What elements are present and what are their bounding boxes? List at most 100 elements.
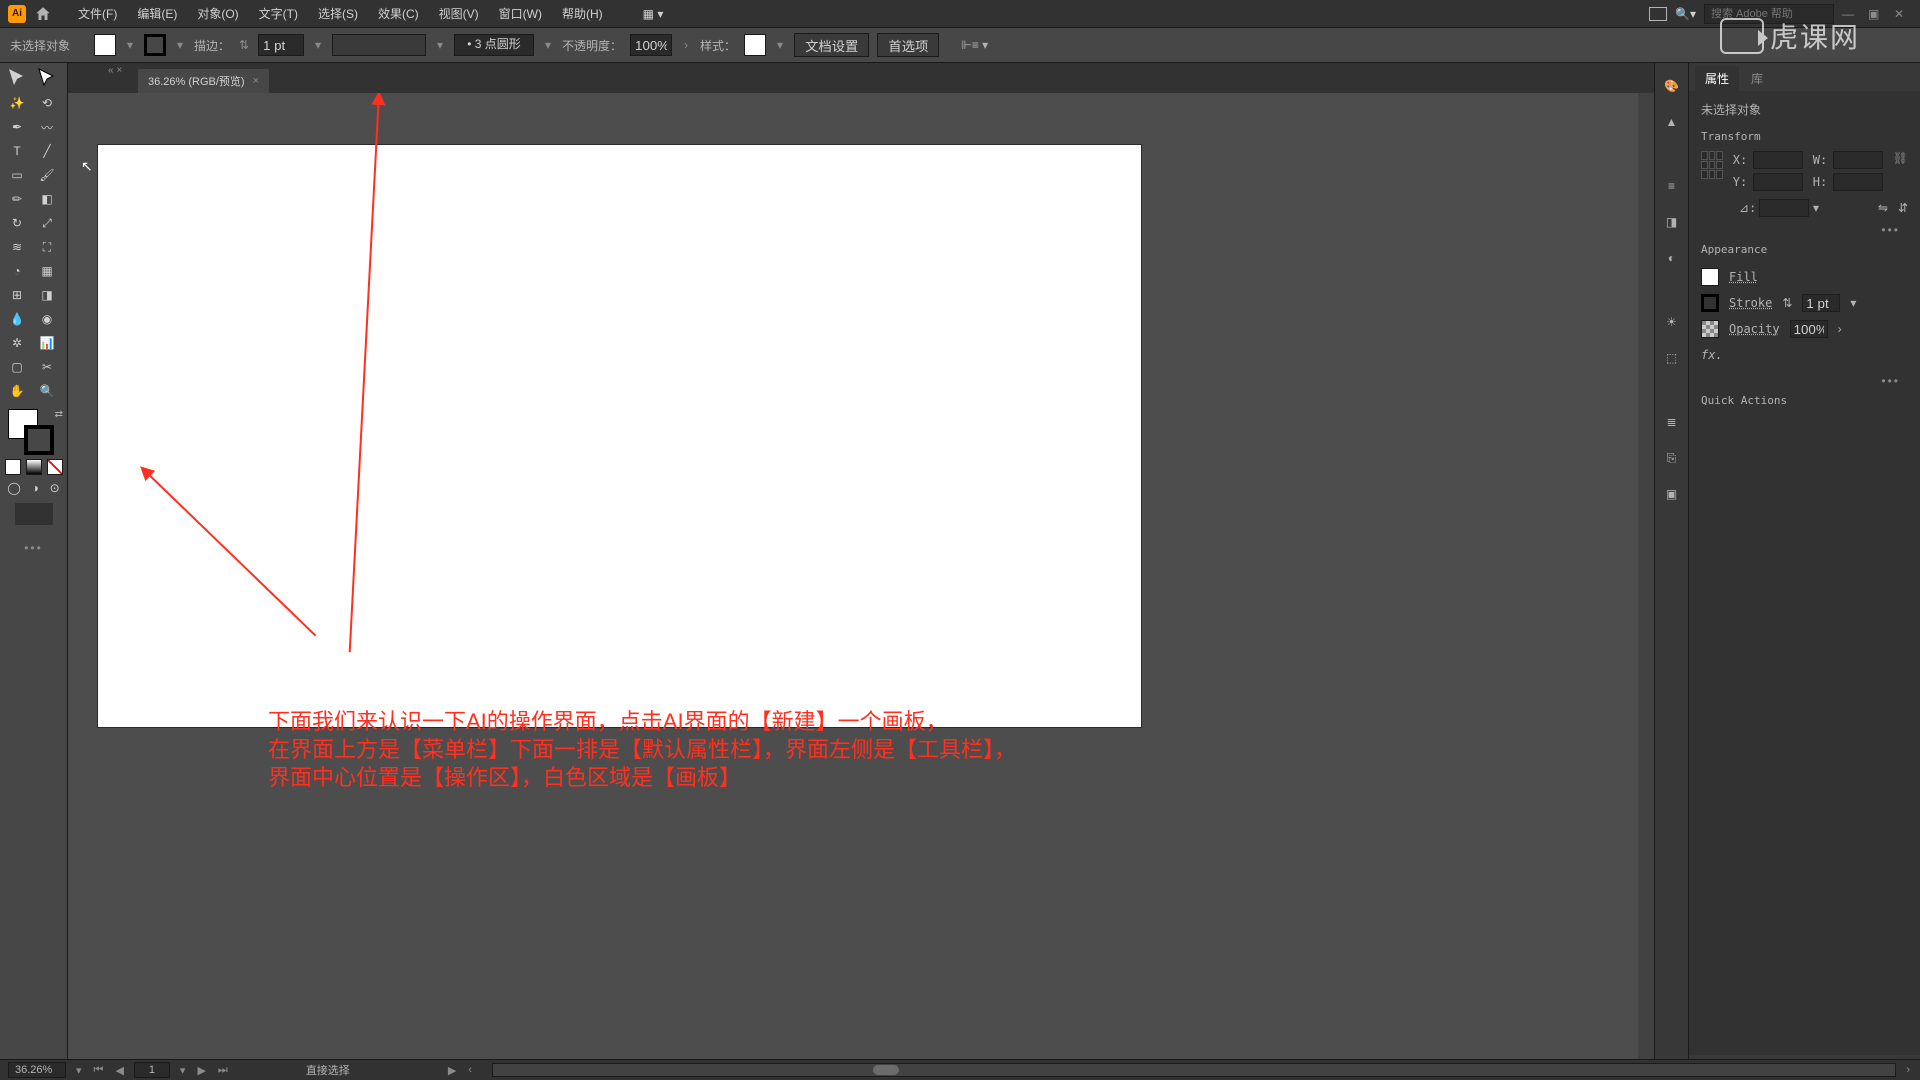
menu-help[interactable]: 帮助(H) [552, 1, 613, 26]
appearance-panel-icon[interactable]: ☀ [1661, 311, 1683, 333]
layers-panel-icon[interactable]: ≣ [1661, 411, 1683, 433]
appearance-opacity-swatch[interactable] [1701, 320, 1719, 338]
scroll-right-icon[interactable]: › [1904, 1064, 1912, 1076]
stroke-stepper-icon[interactable]: ⇅ [1782, 296, 1792, 310]
color-mode-gradient[interactable] [26, 459, 42, 475]
magic-wand-tool-icon[interactable]: ✨ [2, 91, 32, 115]
menu-effect[interactable]: 效果(C) [368, 1, 429, 26]
transparency-panel-icon[interactable]: ◐ [1661, 247, 1683, 269]
flip-v-icon[interactable]: ⇵ [1898, 201, 1908, 215]
tab-libraries[interactable]: 库 [1741, 66, 1773, 91]
preferences-button[interactable]: 首选项 [877, 33, 939, 57]
brush-input[interactable]: • 3 点圆形 [454, 34, 534, 56]
tab-properties[interactable]: 属性 [1695, 66, 1739, 91]
fx-label[interactable]: fx. [1701, 348, 1723, 362]
selection-tool-icon[interactable] [2, 67, 32, 91]
appearance-stroke-input[interactable] [1802, 294, 1840, 312]
width-tool-icon[interactable]: ≋ [2, 235, 32, 259]
scroll-left-icon[interactable]: ‹ [466, 1064, 474, 1076]
draw-behind-icon[interactable]: ◑ [32, 481, 39, 495]
stroke-color-box[interactable] [24, 425, 54, 455]
h-input[interactable] [1833, 173, 1883, 191]
screen-mode-button[interactable] [15, 503, 53, 525]
hand-tool-icon[interactable]: ✋ [2, 379, 32, 403]
next-artboard-icon[interactable]: ▶ [195, 1064, 207, 1077]
color-mode-none[interactable] [47, 459, 63, 475]
curvature-tool-icon[interactable]: 〰 [32, 115, 62, 139]
color-panel-icon[interactable]: 🎨 [1661, 75, 1683, 97]
zoom-tool-icon[interactable]: 🔍 [32, 379, 62, 403]
fill-dropdown-icon[interactable]: ▾ [124, 34, 136, 56]
rotate-tool-icon[interactable]: ↻ [2, 211, 32, 235]
search-icon[interactable]: 🔍▾ [1675, 7, 1696, 21]
line-tool-icon[interactable]: ╱ [32, 139, 62, 163]
style-dropdown-icon[interactable]: ▾ [774, 34, 786, 56]
shaper-tool-icon[interactable]: ✏ [2, 187, 32, 211]
color-mode-solid[interactable] [5, 459, 21, 475]
vertical-scrollbar[interactable] [1638, 93, 1654, 1059]
type-tool-icon[interactable]: T [2, 139, 32, 163]
brush-dropdown-icon[interactable]: ▾ [542, 34, 554, 56]
zoom-level-input[interactable]: 36.26% [8, 1062, 66, 1078]
first-artboard-icon[interactable]: ⏮ [92, 1064, 106, 1077]
stroke-weight-input[interactable] [258, 34, 304, 56]
appearance-stroke-swatch[interactable] [1701, 294, 1719, 312]
canvas-area[interactable]: ↖ 下面我们来认识一下AI的操作界面，点击AI界面的【新建】一个画板， 在界面上… [68, 93, 1654, 1059]
minimize-icon[interactable]: — [1842, 7, 1860, 21]
menu-window[interactable]: 窗口(W) [489, 1, 552, 26]
paintbrush-tool-icon[interactable]: 🖌 [32, 163, 62, 187]
profile-dropdown-icon[interactable]: ▾ [434, 34, 446, 56]
arrange-icon[interactable]: ▦ ▾ [633, 3, 674, 25]
draw-inside-icon[interactable]: ⊙ [50, 481, 60, 495]
appearance-more-icon[interactable]: ••• [1701, 374, 1908, 388]
appearance-fill-swatch[interactable] [1701, 268, 1719, 286]
artboards-panel-icon[interactable]: ▣ [1661, 483, 1683, 505]
swatches-panel-icon[interactable]: ▲ [1661, 111, 1683, 133]
rectangle-tool-icon[interactable]: ▭ [2, 163, 32, 187]
maximize-icon[interactable]: ▣ [1868, 7, 1886, 21]
align-icon[interactable]: ⊩≡ ▾ [961, 38, 988, 52]
artboard-number-input[interactable]: 1 [134, 1062, 170, 1078]
gradient-panel-icon[interactable]: ◨ [1661, 211, 1683, 233]
menu-file[interactable]: 文件(F) [68, 1, 127, 26]
menu-object[interactable]: 对象(O) [187, 1, 248, 26]
blend-tool-icon[interactable]: ◉ [32, 307, 62, 331]
horizontal-scrollbar[interactable] [492, 1063, 1896, 1077]
reference-point-selector[interactable] [1701, 151, 1723, 179]
appearance-opacity-input[interactable] [1790, 320, 1828, 338]
stroke-panel-icon[interactable]: ≡ [1661, 175, 1683, 197]
transform-more-icon[interactable]: ••• [1701, 223, 1908, 237]
stroke-weight-dropdown-icon[interactable]: ▾ [312, 34, 324, 56]
pen-tool-icon[interactable]: ✒ [2, 115, 32, 139]
angle-input[interactable] [1759, 199, 1809, 217]
fill-swatch[interactable] [94, 34, 116, 56]
asset-export-panel-icon[interactable]: ⎘ [1661, 447, 1683, 469]
eyedropper-tool-icon[interactable]: 💧 [2, 307, 32, 331]
document-setup-button[interactable]: 文档设置 [794, 33, 869, 57]
lasso-tool-icon[interactable]: ⟲ [32, 91, 62, 115]
flip-h-icon[interactable]: ⇋ [1878, 201, 1888, 215]
stroke-stepper-icon[interactable]: ⇅ [238, 34, 250, 56]
menu-edit[interactable]: 编辑(E) [127, 1, 187, 26]
link-wh-icon[interactable]: ⛓ [1893, 151, 1908, 165]
variable-width-profile[interactable] [332, 34, 426, 56]
mesh-tool-icon[interactable]: ⊞ [2, 283, 32, 307]
style-swatch[interactable] [744, 34, 766, 56]
eraser-tool-icon[interactable]: ◧ [32, 187, 62, 211]
tab-close-mini-icon[interactable]: « × [108, 65, 122, 76]
toolbox-more-icon[interactable]: ••• [2, 541, 65, 555]
menu-type[interactable]: 文字(T) [249, 1, 308, 26]
artboard-dropdown-icon[interactable]: ▾ [178, 1064, 188, 1077]
free-transform-tool-icon[interactable]: ⛶ [32, 235, 62, 259]
shape-builder-tool-icon[interactable]: ◔ [2, 259, 32, 283]
document-tab[interactable]: 36.26% (RGB/预览) × [138, 69, 269, 93]
status-play-icon[interactable]: ▶ [446, 1064, 458, 1077]
draw-normal-icon[interactable]: ◯ [7, 481, 20, 495]
menu-select[interactable]: 选择(S) [308, 1, 368, 26]
search-input[interactable] [1704, 4, 1834, 24]
home-icon[interactable] [34, 5, 52, 23]
artboard[interactable] [98, 145, 1141, 727]
angle-dropdown-icon[interactable]: ▾ [1813, 201, 1819, 215]
x-input[interactable] [1753, 151, 1803, 169]
viewport-icon[interactable] [1649, 7, 1667, 21]
